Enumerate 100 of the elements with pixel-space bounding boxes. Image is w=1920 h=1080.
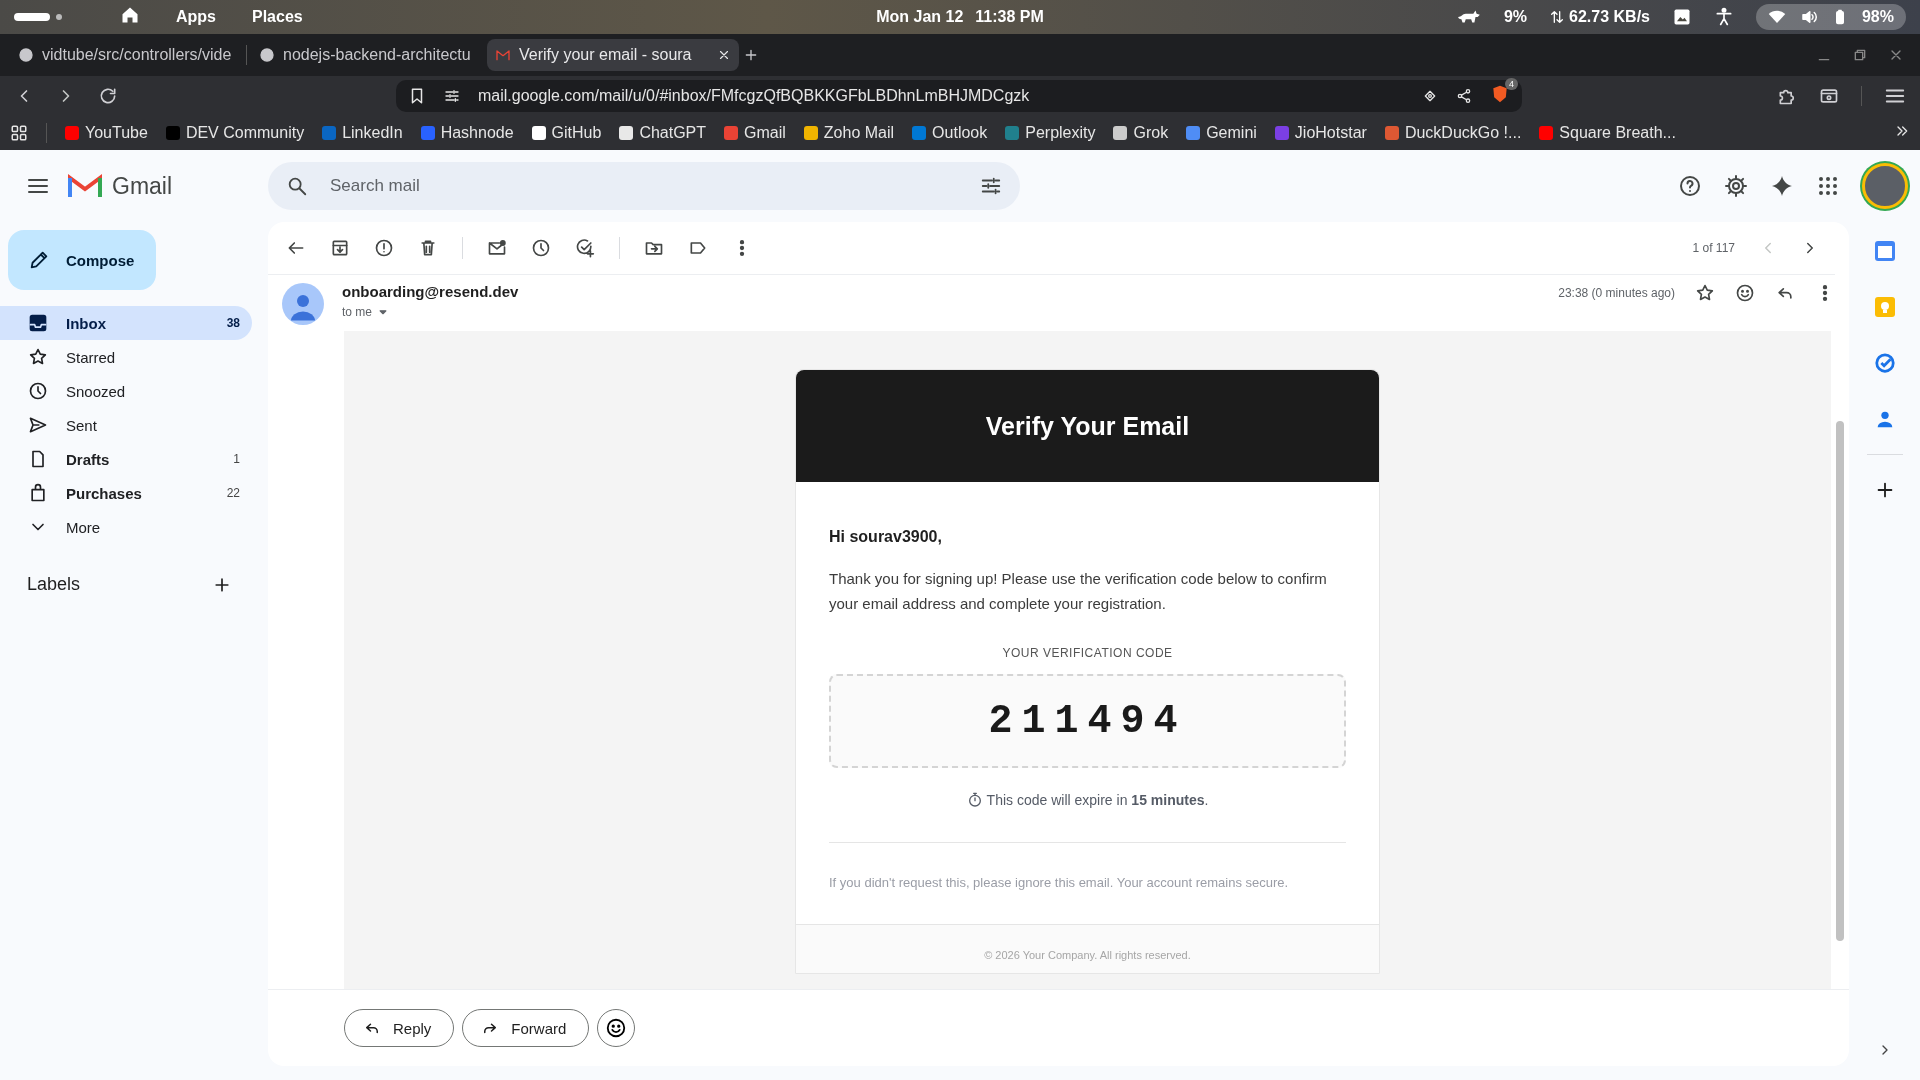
search-field[interactable]: Search mail (328, 175, 960, 197)
close-icon[interactable] (717, 48, 731, 62)
browser-tab[interactable]: Verify your email - soura (487, 39, 739, 71)
sidebar-icon[interactable] (1819, 86, 1839, 106)
favicon-icon (1384, 126, 1399, 140)
nav-item[interactable]: Snoozed (0, 374, 252, 408)
browser-tab[interactable]: vidtube/src/controllers/vide (10, 39, 242, 71)
email-title: Verify Your Email (796, 370, 1379, 482)
bookmark-link[interactable]: Zoho Mail (823, 124, 895, 142)
bookmark-link[interactable]: DEV Community (185, 124, 305, 142)
top-menu[interactable]: Places (252, 8, 303, 26)
reply-button[interactable]: Reply (344, 1009, 455, 1047)
browser-tab[interactable]: nodejs-backend-architectu (251, 39, 483, 71)
message-time: 23:38 (0 minutes ago) (1558, 286, 1675, 300)
favicon-icon (1186, 126, 1201, 140)
favicon-icon (531, 126, 546, 140)
apps-grid-icon[interactable] (10, 124, 28, 142)
section-heading: Labels (27, 574, 81, 595)
inbox-icon (28, 313, 48, 333)
restore-icon[interactable] (1852, 47, 1868, 63)
bookmark-link[interactable]: Gmail (744, 124, 786, 142)
cpu-usage: 9% (1503, 8, 1528, 26)
scrollbar[interactable] (1836, 421, 1844, 941)
share-icon[interactable] (1456, 88, 1472, 104)
compose-button[interactable]: Compose (8, 230, 156, 290)
mail-logo-icon[interactable] (68, 173, 102, 199)
star-icon[interactable] (1695, 283, 1715, 303)
bookmark-link[interactable]: Hashnode (440, 124, 514, 142)
favicon-icon (803, 126, 818, 140)
bookmark-link[interactable]: Outlook (932, 124, 988, 142)
recipient-text: to me (342, 305, 372, 319)
bookmark-link[interactable]: GitHub (551, 124, 602, 142)
add-task-icon[interactable] (575, 238, 595, 258)
nav-item[interactable]: Inbox 38 (0, 306, 252, 340)
workspace-indicator[interactable] (14, 13, 50, 21)
favicon-icon (165, 126, 180, 140)
network-speed: 62.73 KB/s (1569, 8, 1650, 26)
home-icon[interactable] (120, 5, 140, 25)
report-icon[interactable] (374, 238, 394, 258)
search-bar[interactable]: Search mail (268, 162, 1020, 210)
bookmark-link[interactable]: DuckDuckGo !... (1404, 124, 1522, 142)
product-name[interactable]: Gmail (112, 172, 173, 200)
workspace-dot[interactable] (56, 14, 62, 20)
diamond-icon[interactable] (1422, 88, 1438, 104)
bookmark-link[interactable]: Grok (1133, 124, 1169, 142)
clock-time[interactable]: 11:38 PM (975, 8, 1044, 26)
bookmark-link[interactable]: YouTube (85, 124, 148, 142)
message-text: Thank you for signing up! Please use the verification code below to confirm your email address and complete your registration. (829, 569, 1328, 614)
notice-text: If you didn't request this, please ignore this email. Your account remains secure. (829, 875, 1290, 890)
address-bar[interactable]: mail.google.com/mail/u/0/#inbox/FMfcgzQfBQBKKGFbLBDhnLmBHJMDCgzk 4 (396, 80, 1522, 112)
star-icon (28, 347, 48, 367)
favicon-icon (65, 126, 79, 140)
apps-grid-icon[interactable] (1816, 174, 1840, 198)
mail-logo-icon (495, 47, 511, 63)
plus-icon[interactable] (743, 47, 759, 63)
clock-date[interactable]: Mon Jan 12 (876, 8, 964, 26)
shield-icon[interactable] (1490, 84, 1510, 104)
bookmark-link[interactable]: Square Breath... (1559, 124, 1676, 142)
clock-icon[interactable] (531, 238, 551, 258)
site-settings-icon[interactable] (444, 88, 460, 104)
check-circle-icon[interactable] (1873, 352, 1896, 374)
bookmark-link[interactable]: ChatGPT (639, 124, 707, 142)
filter-icon[interactable] (980, 175, 1002, 197)
mail-dot-icon[interactable] (487, 238, 507, 258)
up-down-arrows-icon (1549, 9, 1566, 25)
archive-icon[interactable] (330, 238, 350, 258)
system-status-pill[interactable]: 98% (1755, 4, 1906, 30)
reload-icon[interactable] (98, 86, 118, 106)
favicon-icon (420, 126, 435, 140)
bookmark-link[interactable]: Perplexity (1025, 124, 1096, 142)
avatar[interactable] (1862, 163, 1908, 209)
sender-address: onboarding@resend.dev (342, 283, 519, 300)
favicon-icon (1274, 126, 1289, 140)
search-icon[interactable] (286, 175, 308, 197)
pencil-icon (28, 249, 50, 271)
emoji-icon[interactable] (1735, 283, 1755, 303)
forward-button[interactable]: Forward (462, 1009, 590, 1047)
bookmark-link[interactable]: Gemini (1206, 124, 1257, 142)
bookmark-link[interactable]: JioHotstar (1294, 124, 1367, 142)
emoji-icon (605, 1017, 628, 1039)
calendar-icon[interactable] (1873, 240, 1896, 262)
nav-item[interactable]: More (0, 510, 252, 544)
verification-code: 211494 (829, 674, 1346, 768)
settings-icon[interactable] (1724, 174, 1748, 198)
sparkle-icon[interactable] (1770, 174, 1794, 198)
notification-badge: 4 (1505, 78, 1518, 90)
nav-item[interactable]: Drafts 1 (0, 442, 252, 476)
nav-item[interactable]: Starred (0, 340, 252, 374)
expiry-text: This code will expire in 15 minutes. (986, 792, 1209, 808)
emoji-button[interactable] (597, 1009, 636, 1047)
bookmark-link[interactable]: LinkedIn (342, 124, 403, 142)
shopping-bag-icon (28, 483, 48, 503)
nav-item[interactable]: Sent (0, 408, 252, 442)
nav-item[interactable]: Purchases 22 (0, 476, 252, 510)
favicon-icon (1005, 126, 1020, 140)
top-menu[interactable]: Apps (176, 8, 216, 26)
code-label: YOUR VERIFICATION CODE (1001, 646, 1174, 660)
help-icon[interactable] (1678, 174, 1702, 198)
footer-text: © 2026 Your Company. All rights reserved. (796, 924, 1379, 973)
battery-level: 98% (1861, 8, 1894, 26)
